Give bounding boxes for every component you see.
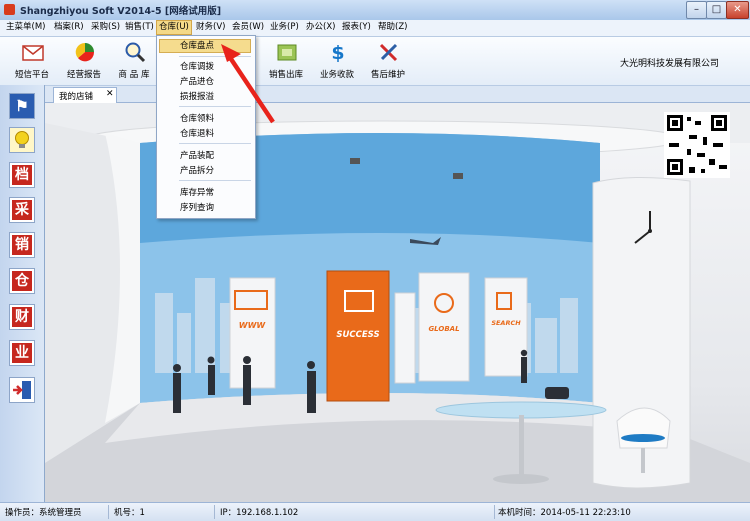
search-panel: SEARCH (484, 277, 528, 377)
business-button[interactable]: 业 (9, 340, 35, 366)
menu-report[interactable]: 报表(Y) (340, 21, 373, 34)
flag-button[interactable]: ⚑ (9, 93, 35, 119)
status-divider (108, 505, 109, 519)
tab-label: 我的店铺 (59, 92, 94, 102)
dropdown-item-transfer[interactable]: 仓库调拨 (180, 60, 214, 72)
archive-button[interactable]: 档 (9, 162, 35, 188)
qr-code (664, 112, 730, 178)
office-illustration: WWW SUCCESS GLOBAL SEARCH (45, 103, 750, 502)
envelope-icon (22, 45, 44, 61)
status-divider (494, 505, 495, 519)
global-panel: GLOBAL (418, 272, 470, 382)
minimize-button[interactable]: – (686, 1, 707, 19)
dropdown-item-loss-overflow[interactable]: 损报报溢 (180, 90, 214, 102)
pie-chart-icon (75, 42, 95, 62)
tool-label: 商 品 库 (118, 70, 150, 80)
menu-bar: 主菜单(M) 档案(R) 采购(S) 销售(T) 仓库(U) 财务(V) 会员(… (0, 20, 750, 37)
tool-label: 业务收款 (319, 70, 354, 80)
dropdown-item-assembly[interactable]: 产品装配 (180, 149, 214, 161)
ye-business-icon: 业 (10, 341, 34, 365)
close-button[interactable]: ✕ (726, 1, 749, 19)
tab-my-store[interactable]: 我的店铺 ✕ (53, 87, 117, 103)
after-sales-button[interactable]: 售后维护 (360, 39, 416, 83)
cai-purchase-icon: 采 (10, 198, 34, 222)
status-ip: IP：192.168.1.102 (220, 508, 299, 518)
panel-label-www: WWW (239, 321, 267, 330)
status-divider (214, 505, 215, 519)
dropdown-item-stock-anomaly[interactable]: 库存异常 (180, 186, 214, 198)
dropdown-item-return[interactable]: 仓库退料 (180, 127, 214, 139)
menu-business[interactable]: 业务(P) (268, 21, 301, 34)
status-bar: 操作员：系统管理员 机号：1 IP：192.168.1.102 本机时间：201… (0, 502, 750, 521)
left-sidebar: ⚑ 档 采 销 仓 财 业 (0, 85, 45, 502)
magnifier-icon (125, 42, 146, 63)
menu-help[interactable]: 帮助(Z) (376, 21, 409, 34)
menu-purchase[interactable]: 采购(S) (89, 21, 122, 34)
panel-label-success: SUCCESS (336, 330, 379, 340)
tools-icon (379, 43, 398, 62)
menu-sales[interactable]: 销售(T) (123, 21, 156, 34)
store-scene-image: WWW SUCCESS GLOBAL SEARCH (45, 103, 750, 502)
svg-text:$: $ (331, 42, 344, 63)
maximize-button[interactable]: □ (706, 1, 727, 19)
business-report-button[interactable]: 经营报告 (56, 39, 112, 83)
app-icon (4, 4, 15, 15)
business-collection-button[interactable]: $ 业务收款 (309, 39, 365, 83)
status-machine: 机号：1 (114, 508, 145, 518)
company-name: 大光明科技发展有限公司 (620, 59, 720, 69)
lightbulb-icon (15, 131, 29, 148)
tool-label: 短信平台 (14, 70, 49, 80)
dropdown-separator (179, 143, 251, 144)
product-library-button[interactable]: 商 品 库 (106, 39, 162, 83)
wall-clock (628, 209, 672, 253)
status-operator: 操作员：系统管理员 (5, 508, 82, 518)
menu-warehouse[interactable]: 仓库(U) (156, 20, 192, 35)
menu-member[interactable]: 会员(W) (230, 21, 266, 34)
app-window: Shangzhiyou Soft V2014-5 [网络试用版] – □ ✕ 主… (0, 0, 750, 521)
tool-label: 售后维护 (370, 70, 405, 80)
menu-finance[interactable]: 财务(V) (194, 21, 227, 34)
dropdown-item-stock-in[interactable]: 产品进仓 (180, 75, 214, 87)
sales-button[interactable]: 销 (9, 232, 35, 258)
toolbar: 短信平台 经营报告 商 品 库 销售出库 $ 业务收款 售后维护 大光明科技发展… (0, 37, 750, 86)
panel-label-global: GLOBAL (428, 325, 459, 333)
dang-archive-icon: 档 (10, 163, 34, 187)
tab-strip: 我的店铺 ✕ (45, 86, 750, 103)
www-panel: WWW (229, 277, 276, 389)
exit-button[interactable] (9, 377, 35, 403)
purchase-button[interactable]: 采 (9, 197, 35, 223)
finance-button[interactable]: 财 (9, 304, 35, 330)
menu-main[interactable]: 主菜单(M) (4, 21, 47, 34)
success-panel: SUCCESS (326, 270, 390, 402)
window-title: Shangzhiyou Soft V2014-5 [网络试用版] (20, 6, 222, 17)
dollar-icon: $ (331, 42, 344, 63)
warehouse-button[interactable]: 仓 (9, 268, 35, 294)
flag-icon: ⚑ (15, 97, 29, 115)
dropdown-item-disassembly[interactable]: 产品拆分 (180, 164, 214, 176)
sms-platform-button[interactable]: 短信平台 (4, 39, 60, 83)
menu-archive[interactable]: 档案(R) (52, 21, 86, 34)
cang-warehouse-icon: 仓 (10, 269, 34, 293)
status-time: 本机时间：2014-05-11 22:23:10 (498, 508, 631, 518)
panel-label-search: SEARCH (491, 319, 521, 327)
menu-office[interactable]: 办公(X) (304, 21, 337, 34)
cai-finance-icon: 财 (10, 305, 34, 329)
tab-close-icon[interactable]: ✕ (106, 89, 114, 99)
lightbulb-button[interactable] (9, 127, 35, 153)
exit-icon (13, 381, 31, 399)
tool-label: 经营报告 (66, 70, 101, 80)
red-arrow-annotation (221, 44, 275, 124)
dropdown-item-requisition[interactable]: 仓库领料 (180, 112, 214, 124)
dropdown-separator (179, 180, 251, 181)
dropdown-item-serial-query[interactable]: 序列查询 (180, 201, 214, 213)
title-bar[interactable]: Shangzhiyou Soft V2014-5 [网络试用版] – □ ✕ (0, 0, 750, 20)
xiao-sales-icon: 销 (10, 233, 34, 257)
